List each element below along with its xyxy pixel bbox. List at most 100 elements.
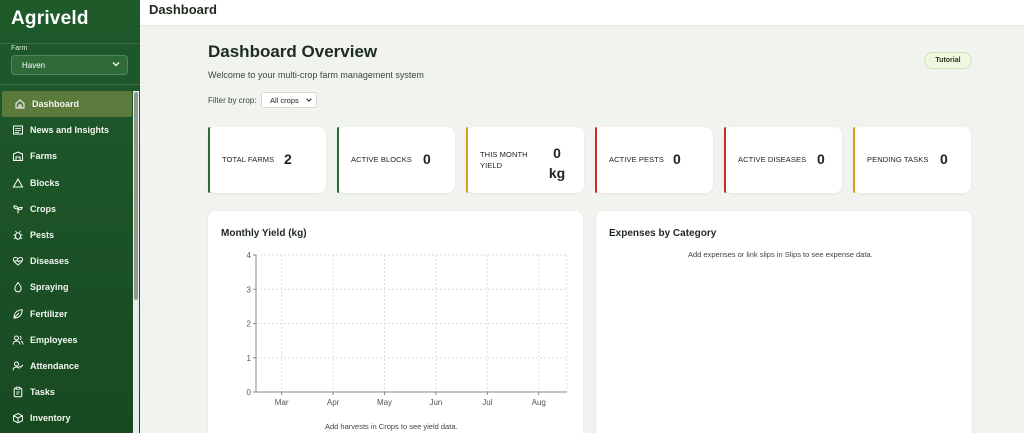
y-tick-label: 4 <box>247 251 252 260</box>
stat-card-pending-tasks: PENDING TASKS 0 <box>853 127 971 193</box>
triangle-icon <box>12 177 24 189</box>
sidebar-item-news-and-insights[interactable]: News and Insights <box>0 117 132 143</box>
app-logo: Agriveld <box>0 0 140 44</box>
stat-card-accent <box>595 127 597 193</box>
stat-label: THIS MONTH YIELD <box>480 150 528 170</box>
stat-card-accent <box>724 127 726 193</box>
crop-filter-label: Filter by crop: <box>208 96 257 105</box>
chevron-down-icon <box>112 62 120 67</box>
sidebar-item-label: Spraying <box>30 282 69 293</box>
expenses-empty-note: Add expenses or link slips in Slips to s… <box>688 250 873 259</box>
sidebar-divider <box>0 84 140 85</box>
x-tick-label: May <box>377 398 392 407</box>
box-icon <box>12 412 24 424</box>
sidebar-item-label: Fertilizer <box>30 308 68 319</box>
crop-filter-select[interactable]: All crops <box>261 92 317 108</box>
stat-value: 2 <box>284 151 292 167</box>
y-tick-label: 1 <box>247 354 252 363</box>
x-tick-label: Aug <box>532 398 546 407</box>
users-icon <box>12 334 24 346</box>
sidebar-item-attendance[interactable]: Attendance <box>0 353 132 379</box>
sidebar-item-label: Inventory <box>30 413 71 424</box>
sidebar-item-label: Dashboard <box>32 99 80 110</box>
stat-card-accent <box>853 127 855 193</box>
stat-value: 0 kg <box>548 143 566 183</box>
sidebar-nav: Dashboard News and Insights Farms Blocks… <box>0 91 132 431</box>
page-title: Dashboard Overview <box>208 42 378 61</box>
sidebar-item-label: Attendance <box>30 360 80 371</box>
sidebar-item-employees[interactable]: Employees <box>0 327 132 353</box>
sprout-icon <box>12 203 24 215</box>
leaf-icon <box>12 308 24 320</box>
sidebar-item-pests[interactable]: Pests <box>0 222 132 248</box>
stat-value-unit: kg <box>548 165 566 181</box>
stat-label: TOTAL FARMS <box>222 155 275 164</box>
building-icon <box>12 150 24 162</box>
sidebar: Agriveld Farm Haven Dashboard News and I… <box>0 0 140 433</box>
stat-card-accent <box>337 127 339 193</box>
sidebar-item-label: Blocks <box>30 177 60 188</box>
x-tick-label: Mar <box>275 398 289 407</box>
sidebar-item-label: Diseases <box>30 256 70 267</box>
stat-value: 0 <box>940 151 948 167</box>
chevron-down-icon <box>306 98 312 102</box>
stat-value: 0 <box>673 151 681 167</box>
stat-card-accent <box>208 127 210 193</box>
sidebar-item-spraying[interactable]: Spraying <box>0 274 132 300</box>
yield-empty-note: Add harvests in Crops to see yield data. <box>325 422 458 431</box>
sidebar-item-inventory[interactable]: Inventory <box>0 405 132 431</box>
sidebar-item-blocks[interactable]: Blocks <box>0 170 132 196</box>
stat-label: ACTIVE PESTS <box>609 155 664 164</box>
sidebar-item-label: Tasks <box>30 387 55 398</box>
stat-value-number: 0 <box>553 145 561 161</box>
newspaper-icon <box>12 124 24 136</box>
farm-select-value: Haven <box>22 61 46 70</box>
x-tick-label: Apr <box>327 398 340 407</box>
monthly-yield-panel: Monthly Yield (kg) 0 1 2 3 4 Mar Apr May Jun Jul A… <box>208 211 583 433</box>
expenses-panel: Expenses by Category Add expenses or lin… <box>596 211 972 433</box>
user-check-icon <box>12 360 24 372</box>
stat-label: ACTIVE BLOCKS <box>351 155 412 164</box>
stat-card-active-diseases: ACTIVE DISEASES 0 <box>724 127 842 193</box>
bug-icon <box>12 229 24 241</box>
sidebar-item-label: News and Insights <box>30 125 110 136</box>
y-tick-label: 3 <box>247 285 252 294</box>
stat-value: 0 <box>817 151 825 167</box>
topbar-title: Dashboard <box>149 2 217 17</box>
stat-label: ACTIVE DISEASES <box>738 155 807 164</box>
sidebar-item-label: Crops <box>30 203 57 214</box>
stat-card-active-blocks: ACTIVE BLOCKS 0 <box>337 127 455 193</box>
y-tick-label: 0 <box>247 388 252 397</box>
clipboard-icon <box>12 386 24 398</box>
sidebar-item-label: Employees <box>30 334 78 345</box>
monthly-yield-chart: 0 1 2 3 4 Mar Apr May Jun Jul Aug <box>247 251 568 407</box>
sidebar-item-diseases[interactable]: Diseases <box>0 248 132 274</box>
top-bar: Dashboard <box>140 0 1024 26</box>
x-tick-label: Jul <box>482 398 492 407</box>
stat-label: PENDING TASKS <box>867 155 929 164</box>
sidebar-item-label: Pests <box>30 230 55 241</box>
stat-card-month-yield: THIS MONTH YIELD 0 kg <box>466 127 584 193</box>
sidebar-scrollbar-thumb[interactable] <box>134 92 138 300</box>
spray-icon <box>12 281 24 293</box>
sidebar-item-fertilizer[interactable]: Fertilizer <box>0 301 132 327</box>
page-subtitle: Welcome to your multi-crop farm manageme… <box>208 70 424 80</box>
stat-value: 0 <box>423 151 431 167</box>
tutorial-button[interactable]: Tutorial <box>924 52 972 69</box>
sidebar-item-farms[interactable]: Farms <box>0 143 132 169</box>
home-icon <box>14 98 26 110</box>
farm-label: Farm <box>11 45 28 52</box>
sidebar-item-tasks[interactable]: Tasks <box>0 379 132 405</box>
x-tick-label: Jun <box>429 398 442 407</box>
heart-pulse-icon <box>12 255 24 267</box>
stat-card-active-pests: ACTIVE PESTS 0 <box>595 127 713 193</box>
farm-select[interactable]: Haven <box>11 55 128 75</box>
stat-card-accent <box>466 127 468 193</box>
y-tick-label: 2 <box>247 320 252 329</box>
sidebar-item-dashboard[interactable]: Dashboard <box>2 91 132 118</box>
stat-card-total-farms: TOTAL FARMS 2 <box>208 127 326 193</box>
sidebar-item-crops[interactable]: Crops <box>0 196 132 222</box>
sidebar-item-label: Farms <box>30 151 58 162</box>
crop-filter-value: All crops <box>270 96 299 105</box>
panel-title: Expenses by Category <box>609 228 717 239</box>
